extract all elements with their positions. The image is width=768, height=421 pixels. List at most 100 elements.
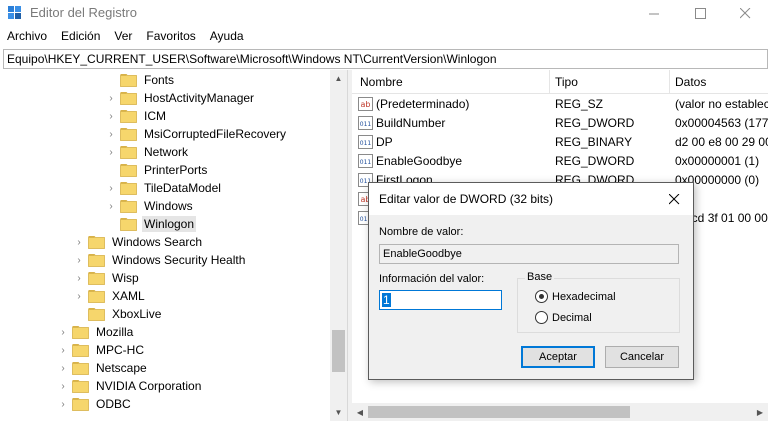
ok-button[interactable]: Aceptar xyxy=(521,346,595,368)
folder-icon xyxy=(72,398,89,411)
tree-item[interactable]: › Netscape xyxy=(58,359,149,377)
expand-arrow-icon[interactable]: › xyxy=(58,363,68,374)
radio-button-icon[interactable] xyxy=(535,311,548,324)
value-row[interactable]: 011 BuildNumber REG_DWORD 0x00004563 (17763… xyxy=(352,114,768,133)
window-title: Editor del Registro xyxy=(30,5,137,20)
radio-decimal[interactable]: Decimal xyxy=(535,311,592,324)
base-label: Base xyxy=(525,271,555,283)
close-button[interactable] xyxy=(722,0,768,26)
column-tipo[interactable]: Tipo xyxy=(555,75,578,89)
menu-archivo[interactable]: Archivo xyxy=(0,27,54,47)
tree-item-label: Network xyxy=(144,145,189,159)
address-bar[interactable]: Equipo\HKEY_CURRENT_USER\Software\Micros… xyxy=(3,49,768,69)
tree-item[interactable]: › Mozilla xyxy=(58,323,135,341)
maximize-button[interactable] xyxy=(677,0,723,26)
menu-ver[interactable]: Ver xyxy=(107,27,139,47)
scroll-up-icon[interactable]: ▲ xyxy=(330,70,347,87)
tree-item[interactable]: Winlogon xyxy=(106,215,197,233)
expand-arrow-icon[interactable]: › xyxy=(58,381,68,392)
tree-item[interactable]: › TileDataModel xyxy=(106,179,223,197)
tree-item[interactable]: › HostActivityManager xyxy=(106,89,256,107)
expand-arrow-icon[interactable]: › xyxy=(58,345,68,356)
expand-arrow-icon[interactable]: › xyxy=(106,129,116,140)
tree-item[interactable]: PrinterPorts xyxy=(106,161,209,179)
folder-icon xyxy=(88,290,105,303)
cancel-button[interactable]: Cancelar xyxy=(605,346,679,368)
radio-hexadecimal[interactable]: Hexadecimal xyxy=(535,290,616,303)
tree-item[interactable]: › MPC-HC xyxy=(58,341,146,359)
value-row[interactable]: 011 EnableGoodbye REG_DWORD 0x00000001 (1) xyxy=(352,152,768,171)
folder-icon xyxy=(120,92,137,105)
expand-arrow-icon[interactable]: › xyxy=(106,183,116,194)
tree-item[interactable]: › Windows Search xyxy=(74,233,204,251)
tree-vertical-scrollbar[interactable]: ▲ ▼ xyxy=(330,70,347,421)
radio-button-icon[interactable] xyxy=(535,290,548,303)
tree-item-label: PrinterPorts xyxy=(144,163,208,177)
minimize-button[interactable] xyxy=(631,0,677,26)
key-tree[interactable]: ▲ ▼ Fonts › HostActivityManager › ICM › MsiCor… xyxy=(0,70,347,421)
tree-item[interactable]: › Wisp xyxy=(74,269,141,287)
menu-ayuda[interactable]: Ayuda xyxy=(203,27,251,47)
binary-value-icon: 011 xyxy=(358,135,373,149)
binary-value-icon: 011 xyxy=(358,154,373,168)
tree-item[interactable]: Fonts xyxy=(106,71,176,89)
tree-item[interactable]: › NVIDIA Corporation xyxy=(58,377,203,395)
tree-item[interactable]: › Network xyxy=(106,143,190,161)
tree-item[interactable]: › MsiCorruptedFileRecovery xyxy=(106,125,288,143)
value-row[interactable]: 011 DP REG_BINARY d2 00 e8 00 29 00 xyxy=(352,133,768,152)
value-data: 0x00000001 (1) xyxy=(675,154,760,168)
expand-arrow-icon[interactable]: › xyxy=(74,255,84,266)
expand-arrow-icon[interactable]: › xyxy=(74,291,84,302)
svg-text:ab: ab xyxy=(361,100,371,109)
string-value-icon: ab xyxy=(358,97,373,111)
value-type: REG_DWORD xyxy=(555,116,635,130)
value-name: DP xyxy=(376,135,393,149)
column-divider[interactable] xyxy=(669,70,670,94)
folder-icon xyxy=(72,326,89,339)
expand-arrow-icon[interactable]: › xyxy=(74,273,84,284)
values-horizontal-scrollbar[interactable]: ◀ ▶ xyxy=(352,403,768,421)
tree-item-label: ODBC xyxy=(96,397,131,411)
tree-scroll-thumb[interactable] xyxy=(332,330,345,372)
scroll-left-icon[interactable]: ◀ xyxy=(352,403,368,421)
scroll-down-icon[interactable]: ▼ xyxy=(330,404,347,421)
menu-edicion[interactable]: Edición xyxy=(54,27,107,47)
expand-arrow-icon[interactable]: › xyxy=(106,111,116,122)
value-type: REG_SZ xyxy=(555,97,604,111)
tree-item-label: Windows Search xyxy=(112,235,203,249)
tree-item[interactable]: XboxLive xyxy=(74,305,163,323)
values-scroll-thumb[interactable] xyxy=(368,406,630,418)
tree-item-label: Mozilla xyxy=(96,325,134,339)
expand-arrow-icon[interactable]: › xyxy=(58,327,68,338)
value-name: (Predeterminado) xyxy=(376,97,470,111)
value-data-input[interactable]: 1 xyxy=(379,290,502,310)
menu-favoritos[interactable]: Favoritos xyxy=(139,27,202,47)
dialog-close-button[interactable] xyxy=(659,186,689,212)
expand-arrow-icon[interactable]: › xyxy=(106,201,116,212)
tree-item[interactable]: › ICM xyxy=(106,107,168,125)
value-data: d2 00 e8 00 29 00 xyxy=(675,135,768,149)
expand-arrow-icon[interactable]: › xyxy=(74,237,84,248)
registry-editor-icon xyxy=(8,6,21,19)
dialog-title-bar: Editar valor de DWORD (32 bits) xyxy=(369,183,693,215)
tree-item[interactable]: › Windows xyxy=(106,197,195,215)
tree-item-label: Winlogon xyxy=(142,216,197,232)
value-row[interactable]: ab (Predeterminado) REG_SZ (valor no establ… xyxy=(352,95,768,114)
tree-item[interactable]: › Windows Security Health xyxy=(74,251,247,269)
tree-item[interactable]: › ODBC xyxy=(58,395,133,413)
folder-icon xyxy=(88,254,105,267)
folder-icon xyxy=(120,200,137,213)
column-datos[interactable]: Datos xyxy=(675,75,706,89)
tree-item-label: Fonts xyxy=(144,73,175,87)
column-divider[interactable] xyxy=(549,70,550,94)
expand-arrow-icon[interactable]: › xyxy=(106,147,116,158)
base-groupbox xyxy=(517,278,680,333)
expand-arrow-icon[interactable]: › xyxy=(58,399,68,410)
scroll-right-icon[interactable]: ▶ xyxy=(752,403,768,421)
tree-item-label: NVIDIA Corporation xyxy=(96,379,202,393)
column-nombre[interactable]: Nombre xyxy=(360,75,403,89)
value-name: BuildNumber xyxy=(376,116,446,130)
expand-arrow-icon[interactable]: › xyxy=(106,93,116,104)
tree-item[interactable]: › XAML xyxy=(74,287,147,305)
menu-bar: Archivo Edición Ver Favoritos Ayuda xyxy=(0,27,251,47)
